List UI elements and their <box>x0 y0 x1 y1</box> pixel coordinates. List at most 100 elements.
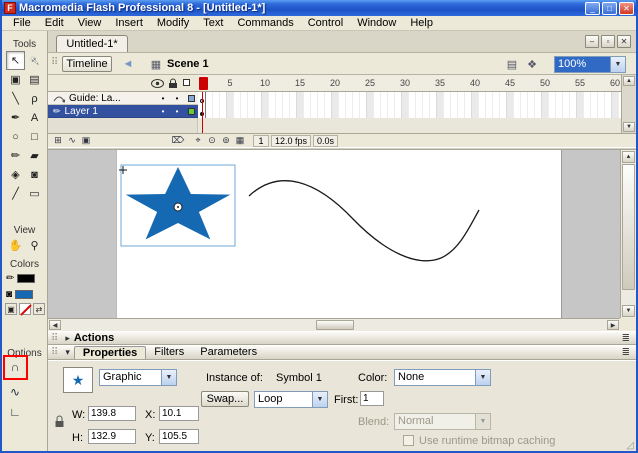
document-tab[interactable]: Untitled-1* <box>56 35 128 52</box>
tab-parameters[interactable]: Parameters <box>192 346 265 359</box>
loop-dropdown[interactable]: Loop ▼ <box>254 391 328 408</box>
properties-panel-menu-icon[interactable]: ≣ <box>622 347 630 358</box>
pen-tool-icon[interactable]: ✒ <box>6 108 25 127</box>
insert-layer-folder-icon[interactable]: ▣ <box>79 135 93 147</box>
oval-tool-icon[interactable]: ○ <box>6 127 25 146</box>
scroll-left-icon[interactable]: ◀ <box>49 320 61 330</box>
minimize-button[interactable]: _ <box>585 1 600 15</box>
actions-expand-arrow-icon[interactable]: ▸ <box>65 333 70 344</box>
scroll-right-icon[interactable]: ▶ <box>607 320 619 330</box>
doc-restore-button[interactable]: ▫ <box>601 35 615 48</box>
edit-scene-icon[interactable]: ▤ <box>504 56 520 72</box>
straighten-option-icon[interactable]: ∟ <box>6 403 24 421</box>
tab-properties[interactable]: Properties <box>73 346 147 359</box>
layer-visibility-dot[interactable]: • <box>156 94 170 103</box>
text-tool-icon[interactable]: A <box>25 108 44 127</box>
properties-collapse-arrow-icon[interactable]: ▾ <box>65 347 70 358</box>
swap-colors-icon[interactable]: ⇄ <box>33 303 45 315</box>
height-input[interactable] <box>88 429 136 444</box>
gradient-transform-tool-icon[interactable]: ▤ <box>25 70 44 89</box>
show-hide-eye-icon[interactable] <box>151 79 164 88</box>
paint-bucket-tool-icon[interactable]: ◙ <box>25 165 44 184</box>
no-color-icon[interactable] <box>19 303 31 315</box>
back-arrow-icon[interactable]: ◄ <box>120 56 136 72</box>
eyedropper-tool-icon[interactable]: ╱ <box>6 184 25 203</box>
layer-row-layer1[interactable]: ✏ Layer 1 • • <box>48 105 198 118</box>
panel-resize-grip-icon[interactable]: ◿ <box>626 440 634 451</box>
actions-panel-menu-icon[interactable]: ≣ <box>622 333 630 344</box>
playhead-marker[interactable] <box>199 77 208 90</box>
frame-rate-indicator[interactable]: 12.0 fps <box>271 134 312 147</box>
stroke-color-swatch[interactable] <box>17 273 36 283</box>
constrain-lock-icon[interactable] <box>54 413 65 441</box>
menu-modify[interactable]: Modify <box>150 16 196 30</box>
menu-view[interactable]: View <box>71 16 109 30</box>
edit-multiple-frames-icon[interactable]: ▦ <box>233 135 247 147</box>
vertical-scroll-thumb[interactable] <box>622 164 635 290</box>
timeline-ruler[interactable]: 5 10 15 20 25 30 35 40 45 50 55 60 <box>198 75 621 92</box>
layer-name[interactable]: Layer 1 <box>65 106 156 117</box>
brush-tool-icon[interactable]: ▰ <box>25 146 44 165</box>
swap-button[interactable]: Swap... <box>201 391 249 407</box>
zoom-value[interactable]: 100% <box>555 57 610 72</box>
loop-dropdown-arrow-icon[interactable]: ▼ <box>312 392 327 407</box>
zoom-combo[interactable]: 100% ▼ <box>554 56 626 73</box>
line-tool-icon[interactable]: ╲ <box>6 89 25 108</box>
color-effect-dropdown[interactable]: None ▼ <box>394 369 491 386</box>
menu-help[interactable]: Help <box>403 16 440 30</box>
selection-tool-icon[interactable]: ↖ <box>6 51 25 70</box>
add-motion-guide-icon[interactable]: ∿ <box>65 135 79 147</box>
transform-origin-cross[interactable] <box>119 166 127 174</box>
center-frame-icon[interactable]: ⌖ <box>191 135 205 147</box>
actions-gripper[interactable]: ⠿ <box>51 333 58 344</box>
lasso-tool-icon[interactable]: ρ <box>25 89 44 108</box>
menu-insert[interactable]: Insert <box>108 16 150 30</box>
menu-file[interactable]: File <box>6 16 38 30</box>
default-colors-icon[interactable]: ▣ <box>5 303 17 315</box>
scroll-down-icon[interactable]: ▼ <box>622 305 635 317</box>
layer-row-guide[interactable]: Guide: La... • • <box>48 92 198 105</box>
properties-gripper[interactable]: ⠿ <box>51 347 58 358</box>
menu-edit[interactable]: Edit <box>38 16 71 30</box>
edit-symbol-icon[interactable]: ❖ <box>524 56 540 72</box>
actions-panel-title[interactable]: Actions <box>74 332 114 344</box>
title-bar[interactable]: F Macromedia Flash Professional 8 - [Unt… <box>2 0 636 16</box>
actions-panel-header[interactable]: ⠿ ▸ Actions ≣ <box>48 331 636 345</box>
onion-skin-icon[interactable]: ⊙ <box>205 135 219 147</box>
subselection-tool-icon[interactable]: ↖ <box>25 51 44 70</box>
maximize-button[interactable]: □ <box>602 1 617 15</box>
layer-name[interactable]: Guide: La... <box>69 93 156 104</box>
symbol-behavior-dropdown[interactable]: Graphic ▼ <box>99 369 177 386</box>
tab-filters[interactable]: Filters <box>146 346 192 359</box>
eraser-tool-icon[interactable]: ▭ <box>25 184 44 203</box>
hand-tool-icon[interactable]: ✋ <box>6 236 25 255</box>
menu-window[interactable]: Window <box>350 16 403 30</box>
insert-layer-icon[interactable]: ⊞ <box>51 135 65 147</box>
loop-value[interactable]: Loop <box>255 392 312 407</box>
pencil-tool-icon[interactable]: ✏ <box>6 146 25 165</box>
smooth-option-icon[interactable]: ∿ <box>6 383 24 401</box>
doc-minimize-button[interactable]: ‒ <box>585 35 599 48</box>
width-input[interactable] <box>88 406 136 421</box>
stage-vertical-scrollbar[interactable]: ▲ ▼ <box>620 150 636 318</box>
menu-commands[interactable]: Commands <box>230 16 300 30</box>
close-button[interactable]: ✕ <box>619 1 634 15</box>
timeline-scrollbar[interactable]: ▲ ▼ <box>621 75 636 133</box>
horizontal-scroll-thumb[interactable] <box>316 320 354 330</box>
color-dropdown-arrow-icon[interactable]: ▼ <box>475 370 490 385</box>
edit-bar-gripper[interactable]: ⠿ <box>51 57 58 68</box>
behavior-dropdown-arrow-icon[interactable]: ▼ <box>161 370 176 385</box>
x-input[interactable] <box>159 406 199 421</box>
layer-outline-color[interactable] <box>187 94 195 102</box>
layer-outline-color[interactable] <box>187 107 195 115</box>
scroll-up-icon[interactable]: ▲ <box>622 151 635 163</box>
onion-skin-outlines-icon[interactable]: ⊚ <box>219 135 233 147</box>
frames-grid[interactable] <box>198 92 621 118</box>
timeline-toggle-button[interactable]: Timeline <box>62 56 112 72</box>
free-transform-tool-icon[interactable]: ▣ <box>6 70 25 89</box>
color-effect-value[interactable]: None <box>395 370 475 385</box>
doc-close-button[interactable]: ✕ <box>617 35 631 48</box>
scroll-up-icon[interactable]: ▲ <box>623 76 635 86</box>
properties-panel-header[interactable]: ⠿ ▾ Properties Filters Parameters ≣ <box>48 345 636 360</box>
ink-bottle-tool-icon[interactable]: ◈ <box>6 165 25 184</box>
